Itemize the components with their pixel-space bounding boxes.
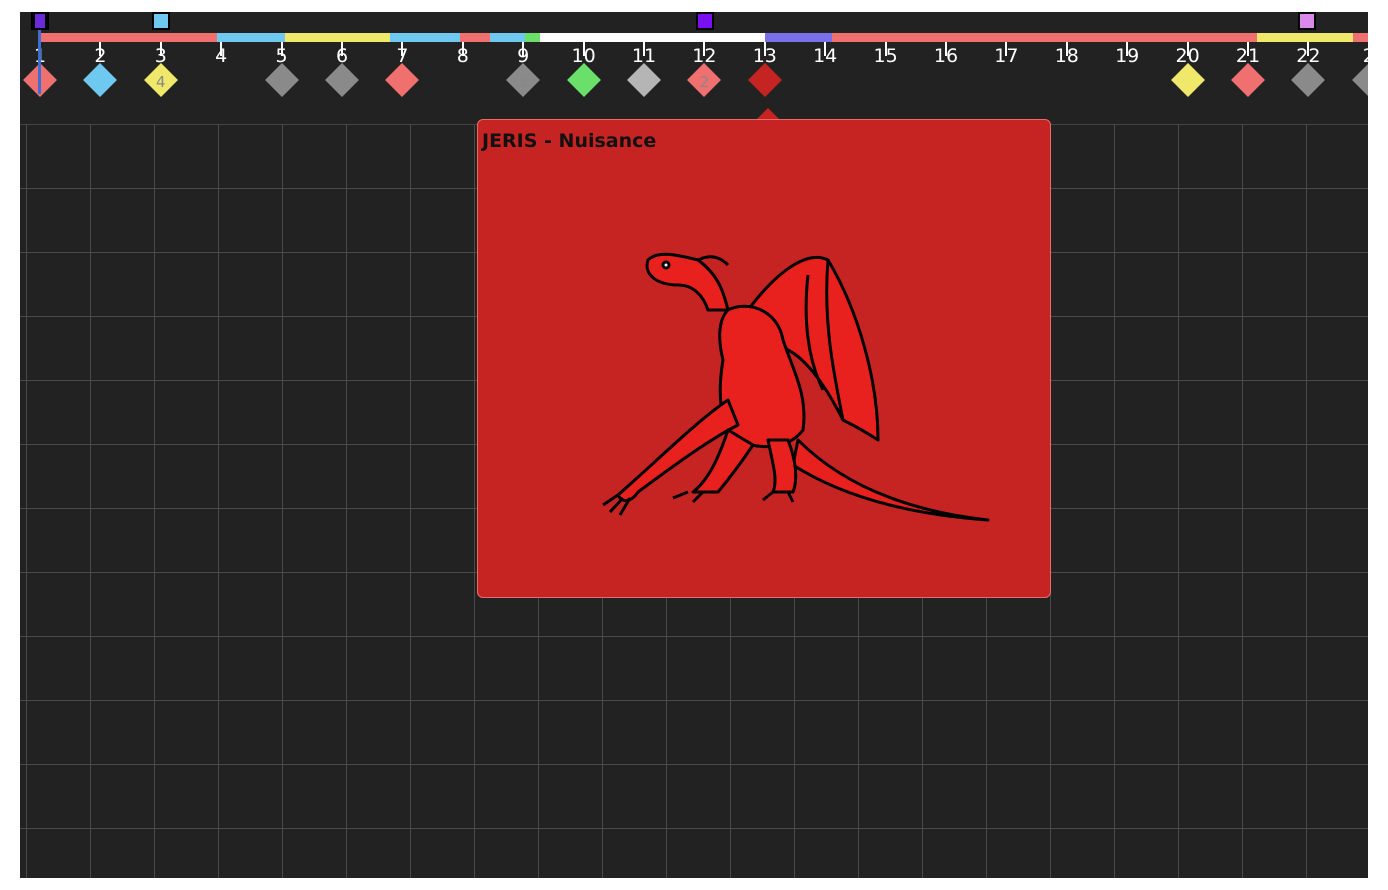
chapter-marker[interactable] bbox=[151, 12, 170, 30]
event-count-label: 3 bbox=[518, 73, 528, 91]
timeline-segment bbox=[285, 33, 320, 42]
event-count-label: 2 bbox=[699, 73, 710, 91]
timeline-segment bbox=[765, 33, 832, 42]
tick-label: 16 bbox=[933, 45, 959, 67]
timeline-segment bbox=[40, 33, 217, 42]
event-diamond[interactable] bbox=[264, 63, 299, 97]
playhead-handle[interactable] bbox=[33, 12, 47, 30]
event-diamond[interactable] bbox=[83, 63, 118, 97]
tick-label: 14 bbox=[813, 45, 838, 67]
tick-label: 8 bbox=[456, 45, 469, 67]
timeline-app: 123456789101112131415161718192021222 432… bbox=[20, 12, 1368, 878]
event-diamond[interactable] bbox=[627, 63, 661, 97]
tick-label: 19 bbox=[1115, 45, 1140, 67]
timeline-segment bbox=[540, 33, 765, 42]
tick-label: 15 bbox=[873, 45, 898, 67]
tick-label: 2 bbox=[1349, 45, 1368, 67]
timeline-header: 123456789101112131415161718192021222 432 bbox=[20, 12, 1368, 125]
timeline-segment bbox=[525, 33, 540, 42]
event-diamond[interactable] bbox=[1351, 63, 1368, 97]
timeline-segment bbox=[460, 33, 490, 42]
timeline-segment bbox=[490, 33, 525, 42]
timeline-segment bbox=[1353, 33, 1368, 42]
event-diamond[interactable] bbox=[566, 63, 601, 97]
event-diamond[interactable] bbox=[385, 63, 420, 97]
chapter-marker[interactable] bbox=[696, 12, 714, 30]
event-diamond[interactable] bbox=[1291, 63, 1326, 97]
event-diamond[interactable] bbox=[1170, 63, 1205, 97]
timeline-segment bbox=[832, 33, 1257, 42]
popover-title: JERIS - Nuisance bbox=[482, 130, 657, 152]
tick-label: 4 bbox=[215, 45, 228, 67]
timeline-bar[interactable] bbox=[20, 33, 1368, 42]
timeline-segment bbox=[1257, 33, 1353, 42]
tick-label: 17 bbox=[994, 45, 1019, 67]
timeline-segment bbox=[390, 33, 460, 42]
event-popover: JERIS - Nuisance bbox=[477, 119, 1051, 598]
dragon-image bbox=[602, 252, 990, 522]
event-diamond[interactable] bbox=[325, 63, 359, 97]
tick-label: 18 bbox=[1054, 45, 1079, 67]
chapter-marker[interactable] bbox=[1298, 12, 1316, 30]
event-diamond[interactable] bbox=[747, 63, 782, 97]
timeline-segment bbox=[217, 33, 285, 42]
timeline-segment bbox=[320, 33, 390, 42]
event-count-label: 4 bbox=[156, 73, 166, 91]
event-diamond[interactable] bbox=[1231, 63, 1265, 97]
